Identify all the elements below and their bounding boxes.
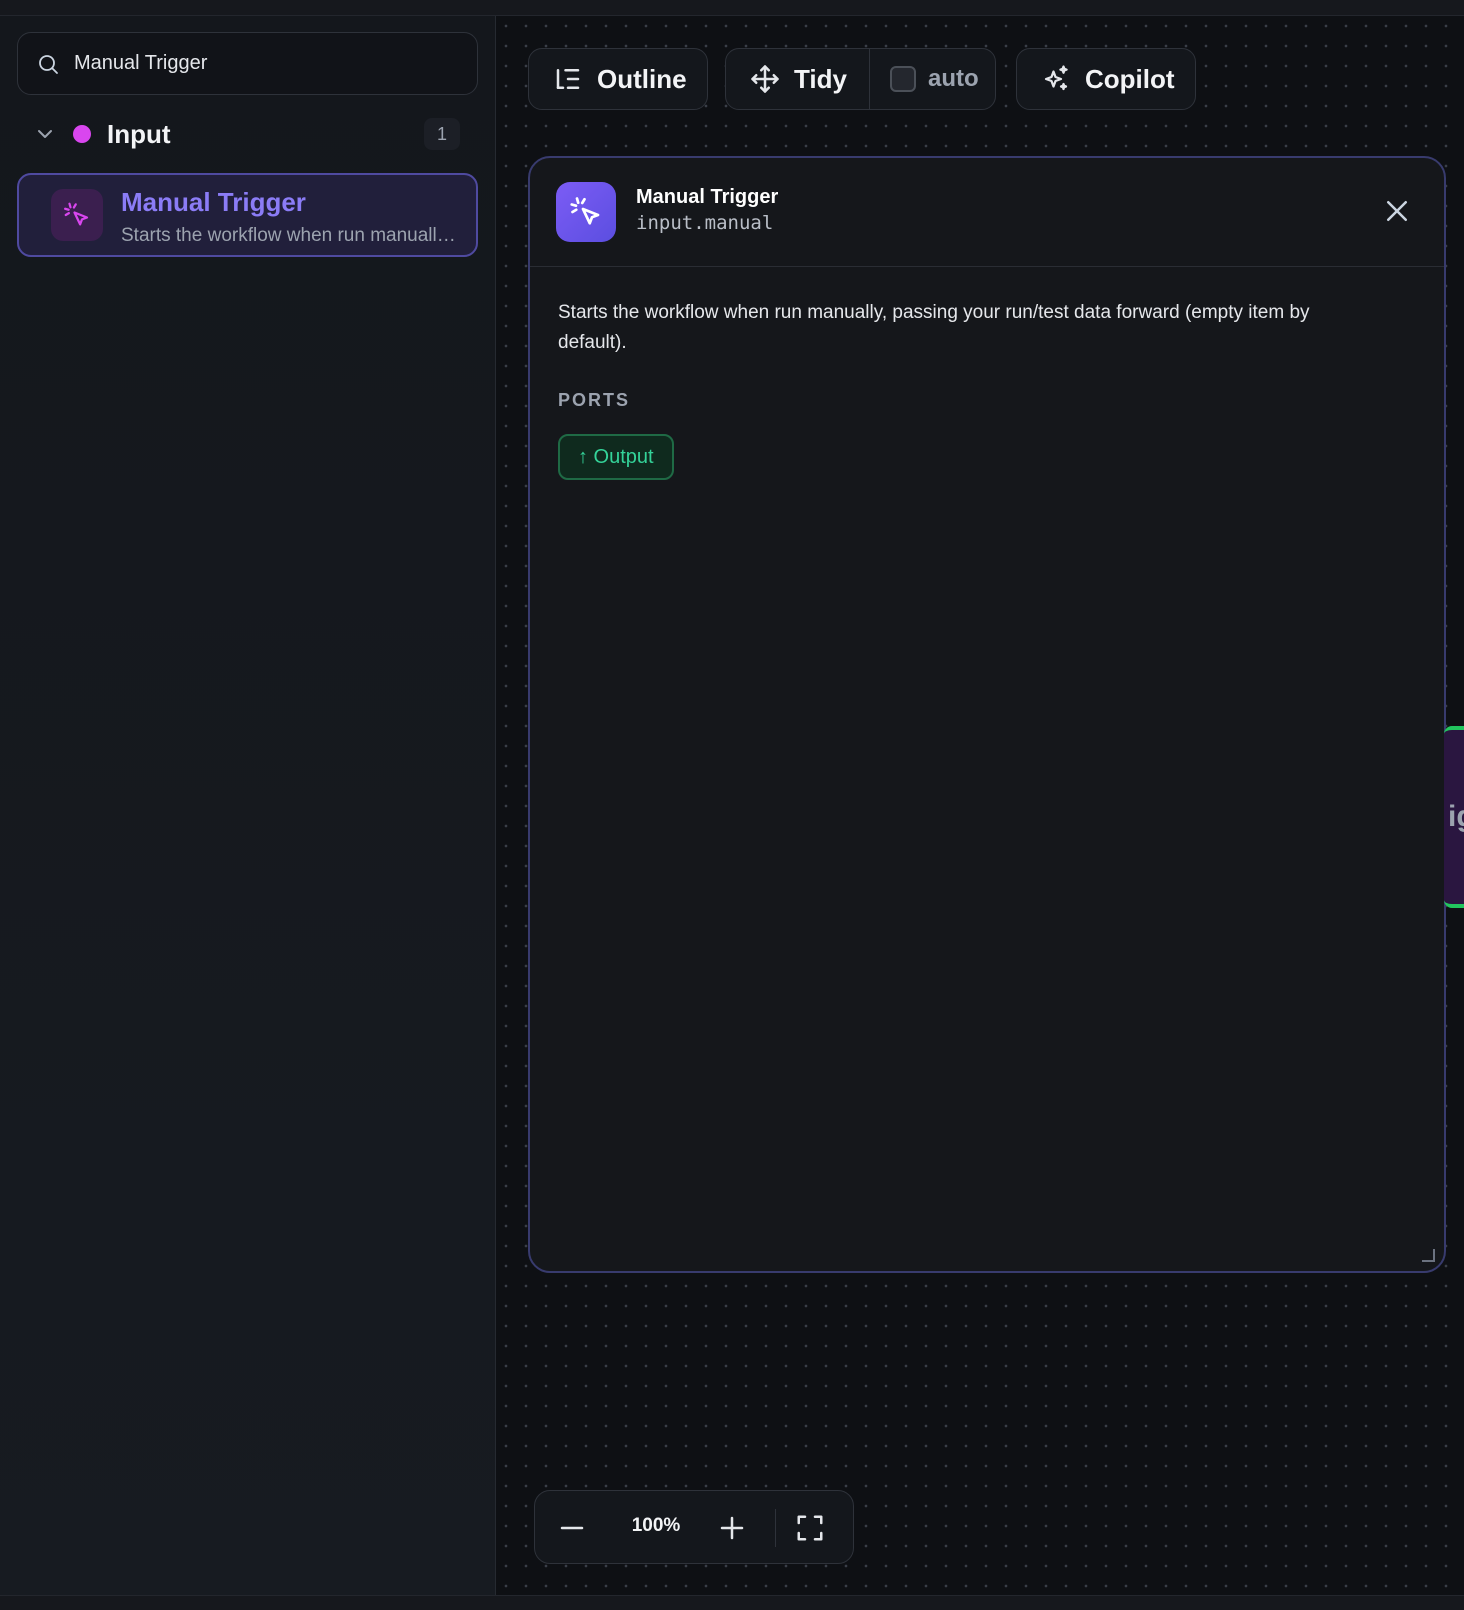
cursor-click-icon xyxy=(570,197,600,225)
search-box[interactable]: Manual Trigger xyxy=(17,32,478,95)
outline-button[interactable]: Outline xyxy=(528,48,708,110)
node-details-panel: Manual Trigger input.manual Starts the w… xyxy=(528,156,1446,1273)
canvas-node-partial-label: ig xyxy=(1448,800,1464,833)
auto-checkbox[interactable] xyxy=(890,66,916,92)
search-input[interactable]: Manual Trigger xyxy=(74,52,207,75)
zoom-controls: 100% xyxy=(534,1490,854,1564)
window-top-bar xyxy=(0,0,1464,16)
cursor-click-icon xyxy=(64,202,89,226)
zoom-divider xyxy=(775,1509,776,1547)
category-label: Input xyxy=(107,118,171,149)
zoom-level[interactable]: 100% xyxy=(621,1515,691,1537)
category-group-input[interactable]: Input 1 xyxy=(17,112,478,156)
ports-heading: PORTS xyxy=(558,390,631,410)
panel-node-type: input.manual xyxy=(636,212,774,234)
auto-label: auto xyxy=(928,65,979,92)
fit-view-icon[interactable] xyxy=(795,1513,825,1543)
node-item-description: Starts the workflow when run manually, p… xyxy=(121,225,461,246)
copilot-label: Copilot xyxy=(1085,63,1175,94)
tidy-label: Tidy xyxy=(794,63,847,94)
window-bottom-bar xyxy=(0,1595,1464,1610)
panel-node-icon xyxy=(556,182,616,242)
canvas-node-partial[interactable]: ig xyxy=(1444,726,1464,908)
category-color-dot xyxy=(73,125,91,143)
search-icon xyxy=(39,54,58,74)
outline-icon xyxy=(556,69,580,89)
sparkles-icon xyxy=(1044,65,1068,91)
zoom-out-icon[interactable] xyxy=(557,1513,587,1543)
panel-description: Starts the workflow when run manually, p… xyxy=(558,302,1310,353)
copilot-button[interactable]: Copilot xyxy=(1016,48,1196,110)
resize-handle-icon[interactable] xyxy=(1420,1247,1436,1263)
panel-title: Manual Trigger xyxy=(636,186,779,208)
category-count-badge: 1 xyxy=(424,118,460,150)
node-library-sidebar: Manual Trigger Input 1 Manual Trigger St… xyxy=(0,16,496,1595)
tidy-group: Tidy auto xyxy=(725,48,996,110)
workflow-canvas[interactable]: Outline Tidy auto Copilot Manual Trigger… xyxy=(496,16,1464,1595)
port-output-chip[interactable]: ↑ Output xyxy=(558,434,674,480)
outline-label: Outline xyxy=(597,63,687,94)
zoom-in-icon[interactable] xyxy=(717,1513,747,1543)
node-item-manual-trigger[interactable]: Manual Trigger Starts the workflow when … xyxy=(17,173,478,257)
close-icon[interactable] xyxy=(1382,196,1412,226)
auto-tidy-toggle[interactable]: auto xyxy=(870,49,979,109)
chevron-down-icon[interactable] xyxy=(33,122,57,146)
move-arrows-icon xyxy=(751,65,779,93)
node-item-title: Manual Trigger xyxy=(121,187,306,217)
panel-header: Manual Trigger input.manual xyxy=(530,158,1444,267)
node-item-icon xyxy=(51,189,103,241)
tidy-button[interactable]: Tidy xyxy=(726,49,870,109)
